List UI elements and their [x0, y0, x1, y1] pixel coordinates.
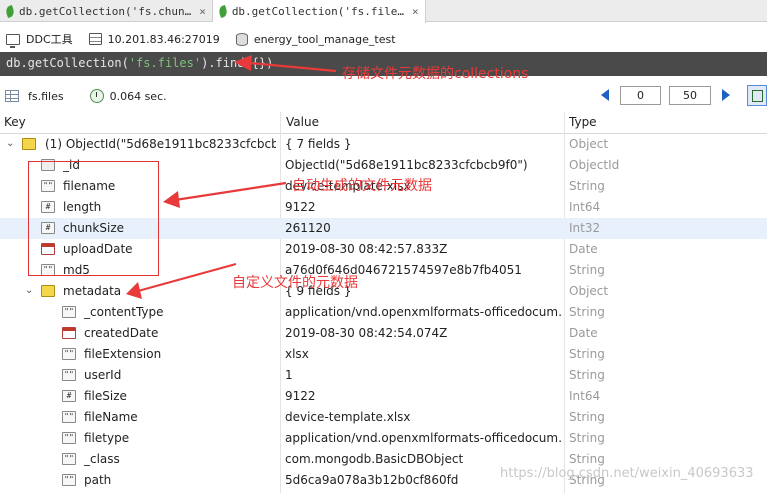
annotation-arrow-query	[249, 61, 337, 73]
annotation-custom-note: 自定义文件的元数据	[232, 275, 358, 291]
annotation-arrowhead-auto	[163, 191, 180, 208]
annotation-arrowhead-custom	[126, 282, 142, 299]
annotation-arrow-auto	[174, 181, 287, 202]
annotation-auto-note: 自动生成的文件元数据	[292, 178, 432, 194]
annotation-arrow-custom	[137, 262, 237, 293]
annotation-query-note: 存储文件元数据的collections	[342, 66, 529, 82]
watermark: https://blog.csdn.net/weixin_40693633	[500, 466, 754, 481]
annotation-arrowhead-query	[234, 55, 252, 71]
